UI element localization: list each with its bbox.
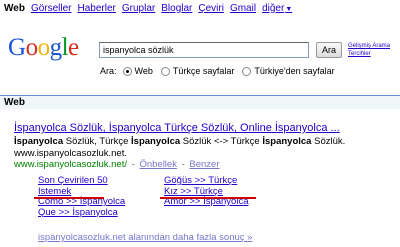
nav-more-link[interactable]: diğer▼	[262, 3, 292, 14]
logo-letter: g	[49, 34, 63, 61]
nav-news-link[interactable]: Haberler	[78, 3, 116, 14]
search-input[interactable]: ispanyolca sözlük	[99, 42, 309, 58]
sitelink[interactable]: Son Çevirilen 50	[38, 175, 125, 187]
scope-option-turkish-pages[interactable]: Türkçe sayfalar	[173, 66, 235, 76]
search-result: İspanyolca Sözlük, İspanyolca Türkçe Söz…	[14, 122, 394, 170]
sitelinks-column-2: Göğüs >> Türkçe Kız >> Türkçe Amor >> İs…	[164, 175, 249, 208]
nav-gmail-link[interactable]: Gmail	[230, 3, 256, 14]
result-snippet: İspanyolca Sözlük, Türkçe İspanyolca Söz…	[14, 136, 394, 147]
nav-groups-link[interactable]: Gruplar	[122, 3, 155, 14]
snippet-highlight: İspanyolca	[14, 136, 64, 147]
red-annotation-underline	[160, 197, 256, 199]
top-navigation: Web Görseller Haberler Gruplar Bloglar Ç…	[4, 1, 292, 15]
preferences-link[interactable]: Tercihler	[348, 50, 390, 58]
nav-images-link[interactable]: Görseller	[31, 3, 72, 14]
google-logo[interactable]: Google	[8, 34, 79, 62]
more-results-link[interactable]: ispanyolcasozluk.net alanından daha fazl…	[38, 232, 252, 243]
meta-separator: -	[129, 159, 138, 170]
snippet-highlight: İspanyolca	[131, 136, 181, 147]
logo-letter: o	[37, 34, 51, 61]
snippet-text: Sözlük, Türkçe	[63, 136, 132, 147]
result-meta: www.ispanyolcasozluk.net/ - Önbellek - B…	[14, 159, 394, 170]
nav-blogs-link[interactable]: Bloglar	[161, 3, 192, 14]
scope-option-web[interactable]: Web	[135, 66, 153, 76]
advanced-search-link[interactable]: Gelişmiş Arama	[348, 42, 390, 50]
search-scope: Ara: Web Türkçe sayfalar Türkiye'den say…	[100, 66, 341, 76]
snippet-highlight: İspanyolca	[262, 136, 312, 147]
radio-web[interactable]	[122, 66, 132, 76]
results-bar: Web	[0, 95, 400, 109]
scope-option-pages-from-turkey[interactable]: Türkiye'den sayfalar	[254, 66, 334, 76]
scope-label: Ara:	[100, 66, 117, 76]
advanced-links: Gelişmiş Arama Tercihler	[348, 42, 390, 58]
similar-link[interactable]: Benzer	[189, 159, 219, 170]
cached-link[interactable]: Önbellek	[139, 159, 177, 170]
snippet-text: Sözlük.	[311, 136, 346, 147]
sitelink[interactable]: Göğüs >> Türkçe	[164, 175, 249, 187]
result-snippet-line-2: www.ispanyolcasozluk.net.	[14, 148, 127, 159]
red-annotation-underline	[34, 197, 104, 199]
radio-turkish-pages[interactable]	[160, 66, 170, 76]
chevron-down-icon: ▼	[285, 5, 293, 13]
radio-pages-from-turkey[interactable]	[242, 66, 252, 76]
result-title-link[interactable]: İspanyolca Sözlük, İspanyolca Türkçe Söz…	[14, 122, 394, 135]
logo-letter: G	[8, 34, 26, 61]
nav-translate-link[interactable]: Çeviri	[198, 3, 224, 14]
nav-web-current: Web	[4, 2, 25, 14]
logo-letter: e	[68, 34, 79, 61]
sitelink[interactable]: Que >> İspanyolca	[38, 207, 125, 219]
search-button[interactable]: Ara	[316, 42, 342, 58]
nav-more-label: diğer	[262, 2, 285, 14]
result-url: www.ispanyolcasozluk.net/	[14, 159, 127, 170]
results-bar-label: Web	[4, 97, 25, 108]
meta-separator: -	[178, 159, 188, 170]
logo-letter: o	[25, 34, 39, 61]
snippet-text: Sözlük <-> Türkçe	[180, 136, 263, 147]
